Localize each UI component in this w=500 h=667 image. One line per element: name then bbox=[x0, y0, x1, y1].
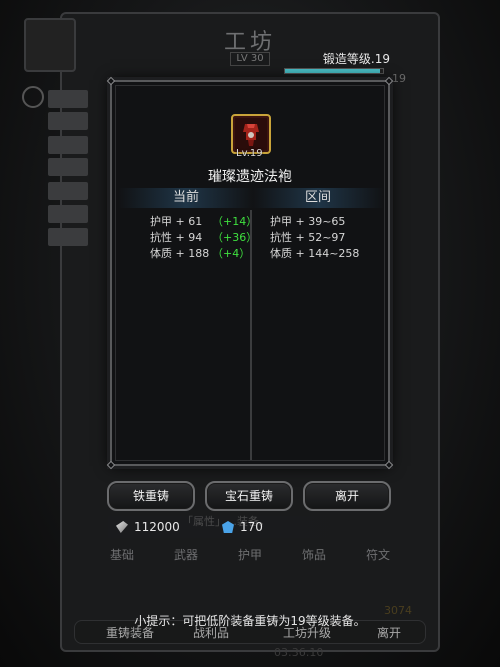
recast-dialog: Lv.19 璀璨遗迹法袍 当前 区间 护甲 + 61 （+14） 抗性 + 94… bbox=[106, 76, 394, 470]
item-name: 璀璨遗迹法袍 bbox=[208, 169, 292, 185]
range-stat-armor: 护甲 + 39~65 bbox=[270, 215, 346, 228]
tab-weapon[interactable]: 武器 bbox=[174, 546, 198, 563]
background-timer: 03:36:10 bbox=[274, 646, 324, 659]
stat-label: 护甲 + 61 bbox=[150, 215, 203, 228]
gem-resource: 170 bbox=[222, 518, 263, 536]
forge-progress-fill bbox=[285, 69, 381, 73]
category-tabs: 基础 武器 护甲 饰品 符文 bbox=[96, 546, 406, 564]
steel-icon bbox=[116, 521, 128, 533]
gem-amount: 170 bbox=[240, 520, 263, 534]
range-stat-constitution: 体质 + 144~258 bbox=[270, 247, 360, 260]
gem-icon bbox=[222, 521, 234, 533]
left-menu-item bbox=[48, 136, 88, 154]
stat-gain: （+4） bbox=[212, 247, 251, 260]
column-header-range: 区间 bbox=[252, 188, 384, 208]
tab-rune[interactable]: 符文 bbox=[366, 546, 390, 563]
tip-text: 小提示：可把低阶装备重铸为19等级装备。 bbox=[134, 614, 366, 628]
stat-label: 体质 + 188 bbox=[150, 247, 210, 260]
left-menu-item bbox=[48, 90, 88, 108]
forge-level-indicator: 锻造等级.19 bbox=[284, 52, 390, 74]
current-stat-resistance: 抗性 + 94 （+36） bbox=[150, 230, 260, 246]
tab-basic[interactable]: 基础 bbox=[110, 546, 134, 563]
left-menu-item bbox=[48, 112, 88, 130]
forge-level-label: 锻造等级.19 bbox=[322, 52, 390, 66]
column-header-current: 当前 bbox=[118, 188, 254, 208]
steel-resource: 112000 bbox=[116, 518, 180, 536]
settings-gear-icon bbox=[22, 86, 44, 108]
stat-gain: （+36） bbox=[212, 231, 258, 244]
current-stat-constitution: 体质 + 188 （+4） bbox=[150, 246, 260, 262]
leave-button[interactable]: 离开 bbox=[303, 481, 391, 511]
item-level: Lv.19 bbox=[236, 148, 263, 159]
workshop-level-badge: LV 30 bbox=[230, 52, 270, 66]
left-menu-item bbox=[48, 205, 88, 223]
left-menu-item bbox=[48, 228, 88, 246]
gem-recast-button[interactable]: 宝石重铸 bbox=[205, 481, 293, 511]
tab-armor[interactable]: 护甲 bbox=[238, 546, 262, 563]
range-stat-resistance: 抗性 + 52~97 bbox=[270, 231, 346, 244]
stat-label: 抗性 + 94 bbox=[150, 231, 203, 244]
left-menu-item bbox=[48, 158, 88, 176]
left-menu-item bbox=[48, 182, 88, 200]
robe-image bbox=[235, 118, 267, 150]
background-right-number: 19 bbox=[392, 72, 406, 85]
steel-amount: 112000 bbox=[134, 520, 180, 534]
iron-recast-button[interactable]: 铁重铸 bbox=[107, 481, 195, 511]
tab-accessory[interactable]: 饰品 bbox=[302, 546, 326, 563]
current-stat-armor: 护甲 + 61 （+14） bbox=[150, 214, 260, 230]
stat-gain: （+14） bbox=[212, 215, 258, 228]
forge-progress-bar bbox=[284, 68, 384, 74]
